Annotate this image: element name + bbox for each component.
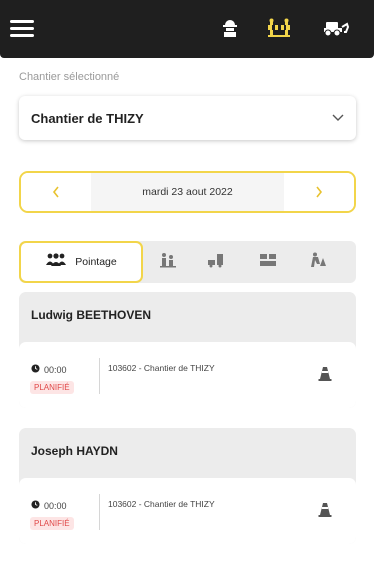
entry-time: 00:00 (44, 364, 67, 375)
current-date: mardi 23 aout 2022 (91, 173, 284, 211)
tab-pointage[interactable]: Pointage (19, 241, 143, 283)
site-selection-label: Chantier sélectionné (19, 71, 120, 83)
clock-icon (31, 500, 40, 511)
people-icon (45, 252, 67, 272)
tab-machines[interactable] (201, 241, 231, 283)
entry-site: 103602 - Chantier de THIZY (108, 499, 215, 509)
chevron-down-icon (332, 109, 344, 127)
vehicle-icon[interactable] (322, 16, 350, 40)
person-name: Ludwig BEETHOVEN (31, 308, 151, 322)
tab-pointage-label: Pointage (75, 256, 117, 268)
next-day-button[interactable] (284, 173, 354, 211)
machine-icon (207, 252, 225, 273)
time-entry[interactable]: 00:00 PLANIFIÉ 103602 - Chantier de THIZ… (19, 478, 356, 544)
tab-workers[interactable] (153, 241, 183, 283)
traffic-cone-icon[interactable] (318, 502, 332, 523)
worker-group-icon (159, 252, 177, 273)
divider (99, 494, 100, 530)
divider (99, 358, 100, 394)
entry-site: 103602 - Chantier de THIZY (108, 363, 215, 373)
status-badge: PLANIFIÉ (30, 517, 74, 530)
person-card: Joseph HAYDN 00:00 PLANIFIÉ 103602 - Cha… (19, 428, 356, 544)
person-name: Joseph HAYDN (31, 444, 118, 458)
clock-icon (31, 364, 40, 375)
roadwork-icon (309, 252, 327, 273)
top-app-bar (0, 0, 374, 58)
entry-time: 00:00 (44, 500, 67, 511)
tab-bar: Pointage (19, 241, 356, 283)
traffic-cone-icon[interactable] (318, 366, 332, 387)
chevron-right-icon (316, 186, 323, 198)
site-select[interactable]: Chantier de THIZY (19, 96, 356, 140)
chevron-left-icon (52, 186, 59, 198)
site-select-value: Chantier de THIZY (31, 110, 144, 126)
construction-barrier-icon[interactable] (268, 16, 290, 40)
person-card: Ludwig BEETHOVEN 00:00 PLANIFIÉ 103602 -… (19, 292, 356, 408)
tab-containers[interactable] (253, 241, 283, 283)
tab-roadwork[interactable] (303, 241, 333, 283)
container-icon (259, 252, 277, 273)
worker-icon[interactable] (222, 16, 238, 40)
status-badge: PLANIFIÉ (30, 381, 74, 394)
date-navigator: mardi 23 aout 2022 (19, 171, 356, 213)
time-entry[interactable]: 00:00 PLANIFIÉ 103602 - Chantier de THIZ… (19, 342, 356, 408)
hamburger-menu-icon[interactable] (10, 20, 34, 38)
previous-day-button[interactable] (21, 173, 91, 211)
